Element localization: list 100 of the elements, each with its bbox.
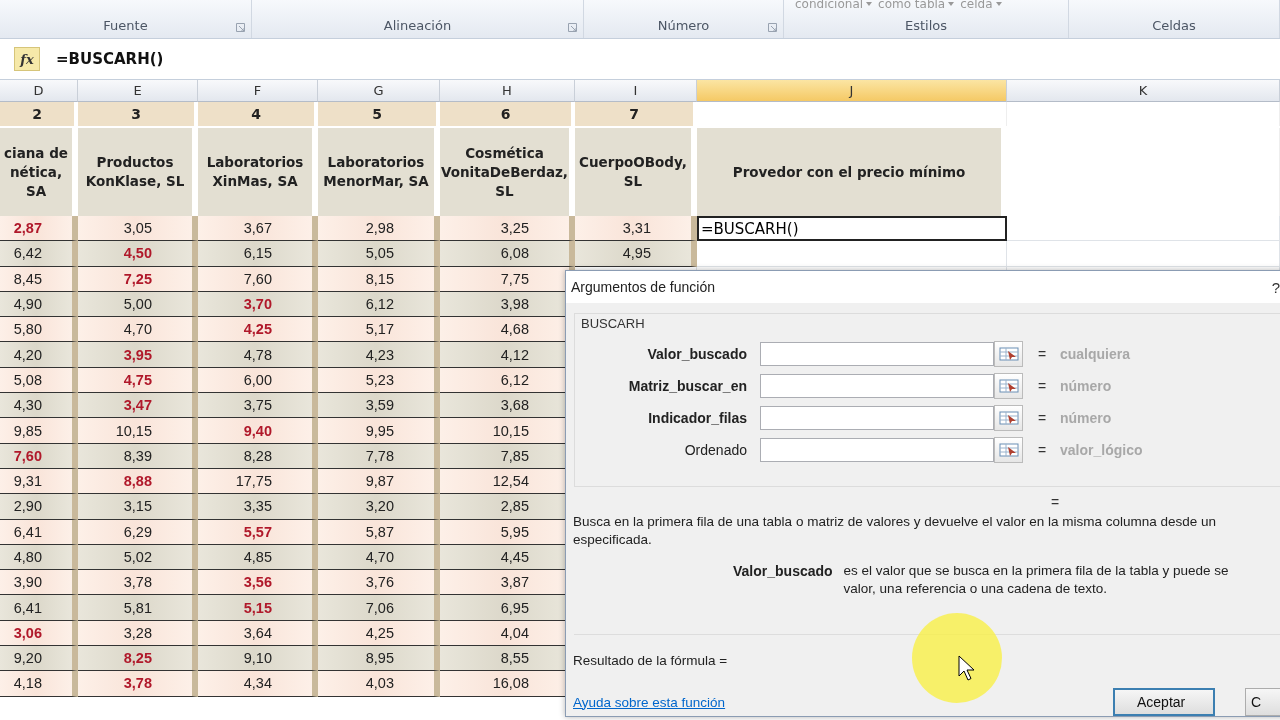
table-cell: 3,28: [78, 620, 198, 647]
table-cell: 7,25: [78, 266, 198, 292]
table-cell: 9,85: [0, 418, 78, 444]
table-cell: 3,95: [78, 342, 198, 368]
table-cell: 5,57: [198, 519, 318, 545]
table-cell: 4,80: [0, 544, 78, 571]
column-header[interactable]: I: [575, 80, 697, 102]
table-cell: 7,78: [318, 443, 440, 469]
table-cell: 4,78: [198, 342, 318, 368]
table-cell: 4,20: [0, 342, 78, 368]
table-cell: 2,87: [0, 216, 78, 242]
ribbon-group-label: Alineación: [383, 18, 452, 33]
argument-help-label: Valor_buscado: [733, 562, 833, 581]
table-cell: 9,31: [0, 468, 78, 495]
table-cell: 7,06: [318, 595, 440, 621]
table-cell: 3,47: [78, 393, 198, 419]
formula-result: Resultado de la fórmula =: [573, 653, 728, 668]
table-cell: 6,41: [0, 595, 78, 621]
dropdown-arrow-icon: [995, 2, 1002, 6]
table-cell: 9,95: [318, 418, 440, 444]
argument-field[interactable]: [760, 342, 994, 366]
table-cell: 3,59: [318, 393, 440, 419]
range-select-icon: [998, 378, 1019, 394]
column-header[interactable]: E: [78, 80, 198, 102]
active-cell[interactable]: =BUSCARH(): [697, 216, 1007, 242]
dialog-launcher-icon[interactable]: [568, 23, 577, 32]
table-cell: 9,40: [198, 418, 318, 444]
table-cell: 8,28: [198, 443, 318, 469]
ribbon-group-label: Fuente: [103, 18, 148, 33]
column-header[interactable]: D: [0, 80, 78, 102]
cursor-icon: [958, 655, 976, 681]
equals-sign: =: [1051, 494, 1061, 510]
table-cell: 2,90: [0, 494, 78, 520]
table-cell: 4,50: [78, 241, 198, 267]
table-cell: 6,29: [78, 519, 198, 545]
dialog-launcher-icon[interactable]: [768, 23, 777, 32]
range-picker-button[interactable]: [994, 405, 1023, 431]
table-cell: 3,15: [78, 494, 198, 520]
range-picker-button[interactable]: [994, 437, 1023, 463]
column-header[interactable]: J: [697, 80, 1007, 102]
table-cell: 6,08: [440, 241, 575, 267]
insert-function-button[interactable]: fx: [14, 47, 40, 71]
table-cell: 3,78: [78, 570, 198, 596]
table-cell: 3,31: [575, 216, 697, 242]
table-cell: 8,39: [78, 443, 198, 469]
argument-type: valor_lógico: [1060, 442, 1144, 458]
table-cell: 5,15: [198, 595, 318, 621]
column-header[interactable]: H: [440, 80, 575, 102]
dialog-button[interactable]: Aceptar: [1113, 688, 1216, 716]
table-cell: 6,42: [0, 241, 78, 267]
table-cell: 3,76: [318, 570, 440, 596]
dialog-launcher-icon[interactable]: [236, 23, 245, 32]
formula-text[interactable]: =BUSCARH(): [56, 50, 164, 68]
table-cell: 3,67: [198, 216, 318, 242]
table-cell: 3,35: [198, 494, 318, 520]
table-cell: 5,23: [318, 367, 440, 394]
table-cell: 17,75: [198, 468, 318, 495]
table-cell: 4,95: [575, 241, 697, 267]
argument-label: Valor_buscado: [646, 346, 748, 362]
column-header[interactable]: K: [1007, 80, 1280, 102]
table-cell: 6,00: [198, 367, 318, 394]
argument-help-text: es el valor que se busca en la primera fila de la tabla y puede se valor, una referencia o una cadena de texto.: [843, 562, 1229, 598]
table-cell: 3,75: [198, 393, 318, 419]
table-cell: 4,03: [318, 671, 440, 697]
table-cell: 7,60: [0, 443, 78, 469]
column-header[interactable]: G: [318, 80, 440, 102]
table-cell: 4,30: [0, 393, 78, 419]
range-picker-button[interactable]: [994, 341, 1023, 367]
dialog-button[interactable]: C: [1245, 688, 1280, 716]
range-picker-button[interactable]: [994, 373, 1023, 399]
ribbon-group-label: Celdas: [1152, 18, 1196, 33]
table-cell: 9,20: [0, 646, 78, 672]
table-cell: 3,06: [0, 620, 78, 647]
table-cell: 4,85: [198, 544, 318, 571]
help-button[interactable]: ?: [1271, 278, 1280, 296]
table-cell: 5,17: [318, 317, 440, 343]
argument-field[interactable]: [760, 438, 994, 462]
table-cell: 5,87: [318, 519, 440, 545]
table-cell: 9,87: [318, 468, 440, 495]
table-cell: 3,56: [198, 570, 318, 596]
function-description: Busca en la primera fila de una tabla o matriz de valores y devuelve el valor en la misma columna desde un especificada.: [573, 513, 1218, 549]
table-cell: 5,08: [0, 367, 78, 394]
table-cell: 6,15: [198, 241, 318, 267]
equals-sign: =: [1036, 442, 1048, 458]
range-select-icon: [998, 410, 1019, 426]
table-cell: 9,10: [198, 646, 318, 672]
table-cell: 3,25: [440, 216, 575, 242]
table-cell: 2,98: [318, 216, 440, 242]
column-header[interactable]: F: [198, 80, 318, 102]
range-select-icon: [998, 346, 1019, 362]
argument-type: número: [1060, 378, 1113, 394]
argument-field[interactable]: [760, 406, 994, 430]
argument-type: número: [1060, 410, 1113, 426]
argument-field[interactable]: [760, 374, 994, 398]
help-link[interactable]: Ayuda sobre esta función: [573, 694, 726, 710]
table-cell: 3,05: [78, 216, 198, 242]
function-name: BUSCARH: [581, 316, 645, 331]
table-cell: 4,25: [198, 317, 318, 343]
equals-sign: =: [1036, 346, 1048, 362]
table-cell: 8,15: [318, 266, 440, 292]
